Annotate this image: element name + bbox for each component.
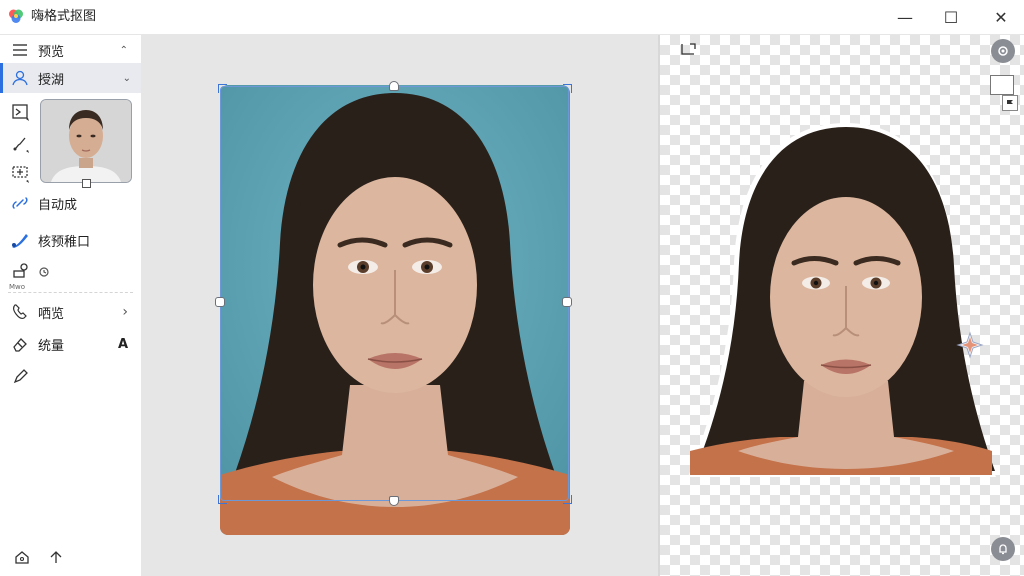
- resize-handle-left[interactable]: [215, 297, 225, 307]
- sidebar-item-label: 哂览: [38, 306, 65, 322]
- cutout-result-image: [686, 121, 998, 481]
- sidebar-item-label: 预览: [38, 44, 65, 60]
- sidebar: 预览 ⌃ 授湖 ⌄ 自动成 核预稚口 Mwo 哂览 › 统量 A: [0, 35, 143, 576]
- selection-corner-tr[interactable]: [563, 84, 572, 93]
- text-tool-icon[interactable]: A: [118, 337, 128, 352]
- app-logo-icon: [9, 9, 23, 23]
- menu-icon: [10, 40, 30, 60]
- maximize-icon: ☐: [943, 7, 959, 27]
- sidebar-item-preview[interactable]: 哂览 ›: [0, 300, 140, 324]
- target-icon: [998, 46, 1008, 56]
- sidebar-item-label: 核预稚口: [38, 234, 91, 250]
- chevron-down-icon[interactable]: ⌄: [123, 73, 131, 84]
- magic-brush-icon: [10, 230, 30, 250]
- background-toggle[interactable]: [990, 75, 1014, 95]
- brush-tool-icon[interactable]: [10, 133, 32, 155]
- minimize-button[interactable]: —: [882, 0, 928, 34]
- stamp-tool-icon[interactable]: [10, 261, 32, 283]
- maximize-button[interactable]: ☐: [928, 0, 974, 34]
- selection-frame[interactable]: [220, 86, 569, 501]
- close-icon: ✕: [994, 7, 1008, 27]
- resize-handle-top[interactable]: [389, 81, 399, 91]
- flag-icon[interactable]: [1002, 95, 1018, 111]
- pen-tool-icon[interactable]: [10, 365, 32, 387]
- sidebar-item-browse[interactable]: 预览 ⌃: [0, 37, 140, 63]
- refresh-icon[interactable]: [36, 264, 52, 280]
- collapse-icon[interactable]: ⌃: [120, 45, 128, 56]
- bell-icon: [999, 544, 1007, 555]
- compare-icon[interactable]: [680, 41, 698, 55]
- sidebar-item-erase[interactable]: 统量 A: [0, 332, 140, 356]
- portrait-thumbnail[interactable]: [40, 99, 132, 183]
- portrait-icon: [10, 68, 30, 88]
- phone-icon: [10, 302, 30, 322]
- sidebar-item-active[interactable]: 授湖 ⌄: [0, 63, 143, 93]
- tool-caption: Mwo: [9, 283, 26, 291]
- crop-tool-icon[interactable]: [10, 101, 32, 123]
- select-tool-icon[interactable]: [10, 163, 32, 185]
- selection-corner-bl[interactable]: [218, 495, 227, 504]
- chevron-right-icon[interactable]: ›: [122, 304, 128, 320]
- resize-handle-right[interactable]: [562, 297, 572, 307]
- sidebar-item-label: 自动成: [38, 197, 78, 213]
- close-button[interactable]: ✕: [978, 0, 1024, 34]
- sidebar-item-label: 统量: [38, 338, 65, 354]
- selection-corner-tl[interactable]: [218, 84, 227, 93]
- home-icon[interactable]: [12, 547, 32, 567]
- link-icon: [10, 193, 30, 213]
- bell-round-button[interactable]: [991, 537, 1015, 561]
- editing-canvas[interactable]: [141, 35, 658, 576]
- sidebar-item-edge[interactable]: 核预稚口: [0, 228, 140, 252]
- upload-icon[interactable]: [46, 547, 66, 567]
- minimize-icon: —: [897, 7, 913, 27]
- sparkle-icon: [956, 331, 984, 359]
- result-preview-panel[interactable]: [658, 35, 1024, 576]
- resize-handle-bottom[interactable]: [389, 496, 399, 506]
- sidebar-item-auto[interactable]: 自动成: [0, 191, 140, 215]
- sidebar-item-label: 授湖: [38, 72, 65, 88]
- settings-round-button[interactable]: [991, 39, 1015, 63]
- app-title: 嗨格式抠图: [31, 9, 97, 24]
- title-bar: 嗨格式抠图 — ☐ ✕: [0, 0, 1024, 34]
- selection-corner-br[interactable]: [563, 495, 572, 504]
- thumbnail-handle[interactable]: [82, 179, 91, 188]
- sidebar-separator: [8, 292, 133, 293]
- eraser-icon: [10, 334, 30, 354]
